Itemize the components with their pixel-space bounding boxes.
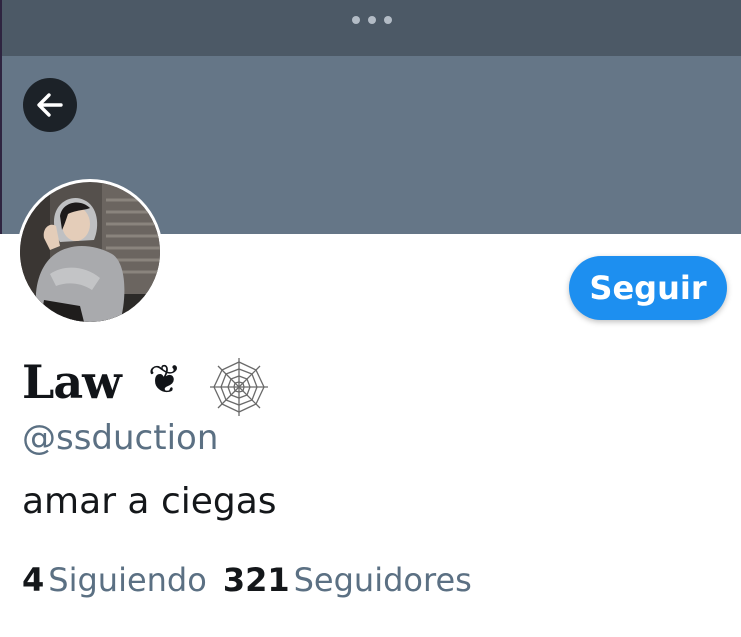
display-name: Law xyxy=(22,355,122,409)
followers-link[interactable]: 321 Seguidores xyxy=(223,560,472,600)
followers-label: Seguidores xyxy=(293,561,472,599)
following-label: Siguiendo xyxy=(48,561,207,599)
window-edge xyxy=(0,0,2,234)
user-handle: @ssduction xyxy=(22,418,219,458)
spider-web-icon xyxy=(210,358,268,416)
arrow-left-icon xyxy=(37,93,63,117)
top-bar xyxy=(0,0,741,56)
heart-ornament-icon: ❦ xyxy=(148,357,182,403)
back-button[interactable] xyxy=(23,78,77,132)
following-count: 4 xyxy=(22,561,45,599)
avatar[interactable] xyxy=(17,179,163,325)
profile-photo xyxy=(20,182,160,322)
more-dots-icon[interactable] xyxy=(350,14,394,26)
profile-bio: amar a ciegas xyxy=(22,481,277,522)
following-link[interactable]: 4 Siguiendo xyxy=(22,560,207,600)
followers-count: 321 xyxy=(222,561,290,599)
profile-stats: 4 Siguiendo 321 Seguidores xyxy=(22,560,488,600)
follow-button[interactable]: Seguir xyxy=(569,256,727,320)
